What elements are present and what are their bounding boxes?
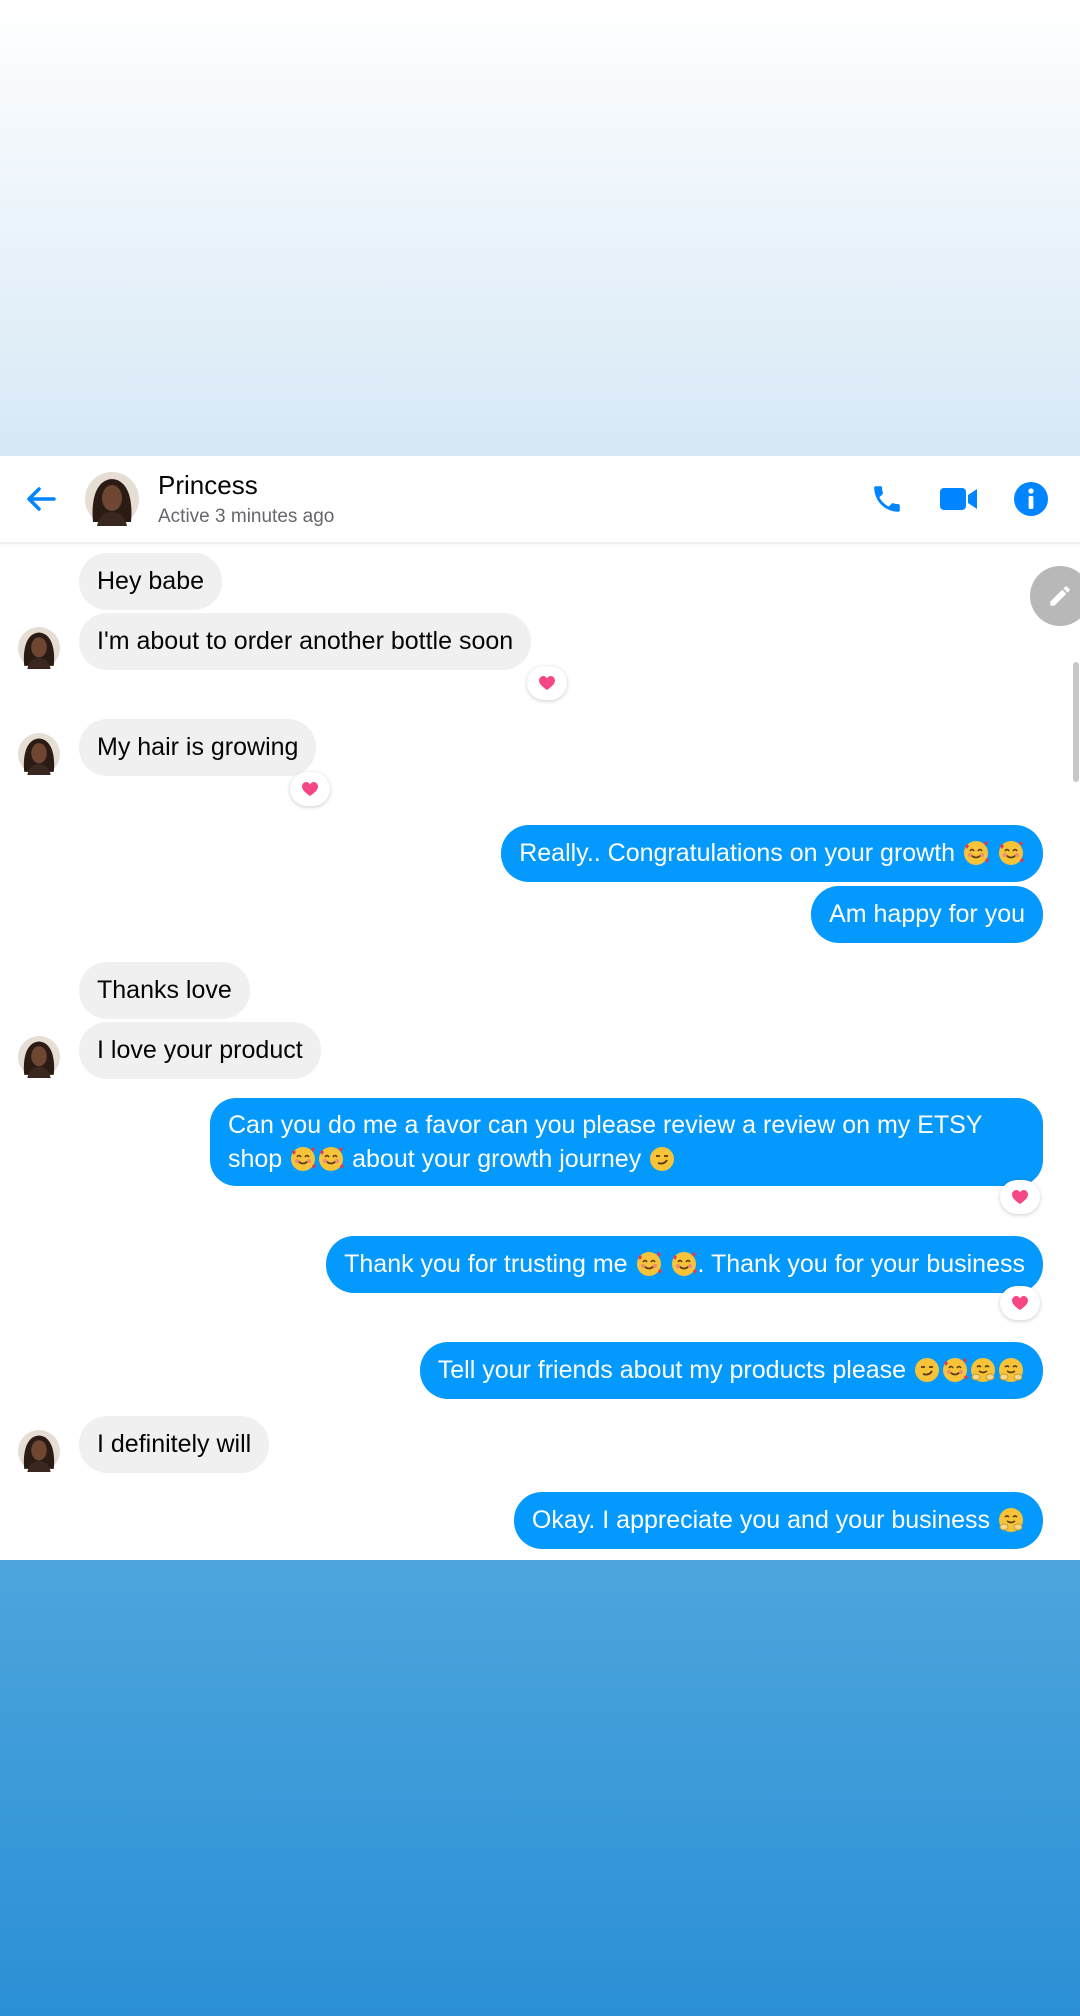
heart-icon — [1012, 1296, 1028, 1310]
smiling-face-with-hearts-icon — [942, 1357, 968, 1383]
message-text: Okay. I appreciate you and your business — [531, 1506, 991, 1534]
smiling-face-with-hearts-icon — [963, 840, 990, 866]
message-incoming-3[interactable]: My hair is growing — [79, 719, 317, 776]
smirking-face-icon — [649, 1146, 676, 1172]
pencil-icon — [1050, 586, 1070, 606]
message-text: Hey babe — [97, 567, 205, 595]
smiling-face-with-hearts-icon — [998, 840, 1024, 866]
background-gradient-top — [0, 0, 1080, 456]
heart-icon — [1012, 1190, 1028, 1204]
message-outgoing-5[interactable]: Tell your friends about my products plea… — [419, 1342, 1043, 1399]
message-outgoing-3[interactable]: Can you do me a favor can you please rev… — [210, 1098, 1043, 1186]
message-text-line-2b: about your growth journey — [352, 1145, 642, 1173]
heart-icon — [539, 676, 555, 690]
contact-name[interactable]: Princess — [158, 470, 258, 501]
message-reaction[interactable] — [1000, 1286, 1040, 1320]
heart-icon — [302, 782, 318, 796]
smiling-face-with-hearts-icon — [290, 1146, 317, 1172]
background-gradient-bottom — [0, 1560, 1080, 2016]
message-text: My hair is growing — [97, 733, 299, 761]
message-incoming-4[interactable]: Thanks love — [79, 962, 250, 1019]
smiling-face-with-hearts-icon — [318, 1146, 345, 1172]
message-text-line-2a: shop — [228, 1145, 283, 1173]
smiling-face-with-hearts-icon — [635, 1251, 662, 1277]
message-text: Really.. Congratulations on your growth — [519, 839, 956, 867]
message-incoming-1[interactable]: Hey babe — [79, 553, 223, 610]
info-button[interactable] — [1008, 476, 1054, 522]
message-text: Tell your friends about my products plea… — [437, 1356, 907, 1384]
smiling-face-with-hearts-icon — [670, 1251, 697, 1277]
message-text: I definitely will — [97, 1430, 252, 1458]
message-outgoing-2[interactable]: Am happy for you — [811, 886, 1043, 943]
smirking-face-icon — [914, 1357, 940, 1383]
scrollbar[interactable] — [1073, 662, 1079, 782]
call-button[interactable] — [864, 476, 910, 522]
sender-avatar[interactable] — [18, 733, 60, 775]
info-icon — [1014, 482, 1048, 516]
hugging-face-icon — [970, 1357, 996, 1383]
message-text: I love your product — [97, 1036, 303, 1064]
message-reaction[interactable] — [290, 772, 330, 806]
message-text: Am happy for you — [829, 900, 1025, 928]
message-text: . Thank you for your business — [697, 1250, 1026, 1278]
hugging-face-icon — [998, 1507, 1024, 1533]
back-button[interactable] — [18, 476, 64, 522]
message-outgoing-1[interactable]: Really.. Congratulations on your growth — [501, 825, 1043, 882]
message-incoming-2[interactable]: I'm about to order another bottle soon — [79, 613, 532, 670]
phone-icon — [874, 486, 900, 512]
message-text: Thank you for trusting me — [344, 1250, 628, 1278]
messenger-screen: Princess Active 3 minutes ago Hey babe I… — [0, 456, 1080, 1560]
arrow-left-icon — [27, 487, 56, 511]
message-incoming-6[interactable]: I definitely will — [79, 1416, 270, 1473]
page: Princess Active 3 minutes ago Hey babe I… — [0, 0, 1080, 2016]
hugging-face-icon — [998, 1357, 1024, 1383]
video-camera-icon — [940, 488, 977, 510]
message-text: Thanks love — [97, 976, 232, 1004]
conversation-header: Princess Active 3 minutes ago — [0, 456, 1080, 544]
edit-button[interactable] — [1030, 566, 1080, 626]
message-outgoing-6[interactable]: Okay. I appreciate you and your business — [513, 1492, 1043, 1549]
video-call-button[interactable] — [936, 476, 982, 522]
message-outgoing-4[interactable]: Thank you for trusting me . Thank you fo… — [326, 1236, 1043, 1293]
active-status: Active 3 minutes ago — [158, 506, 335, 527]
message-reaction[interactable] — [527, 666, 567, 700]
message-text: I'm about to order another bottle soon — [97, 627, 514, 655]
message-reaction[interactable] — [1000, 1180, 1040, 1214]
sender-avatar[interactable] — [18, 1430, 60, 1472]
sender-avatar[interactable] — [18, 627, 60, 669]
message-incoming-5[interactable]: I love your product — [79, 1022, 321, 1079]
contact-avatar[interactable] — [85, 472, 139, 526]
sender-avatar[interactable] — [18, 1036, 60, 1078]
message-text-line-1: Can you do me a favor can you please rev… — [228, 1111, 983, 1139]
